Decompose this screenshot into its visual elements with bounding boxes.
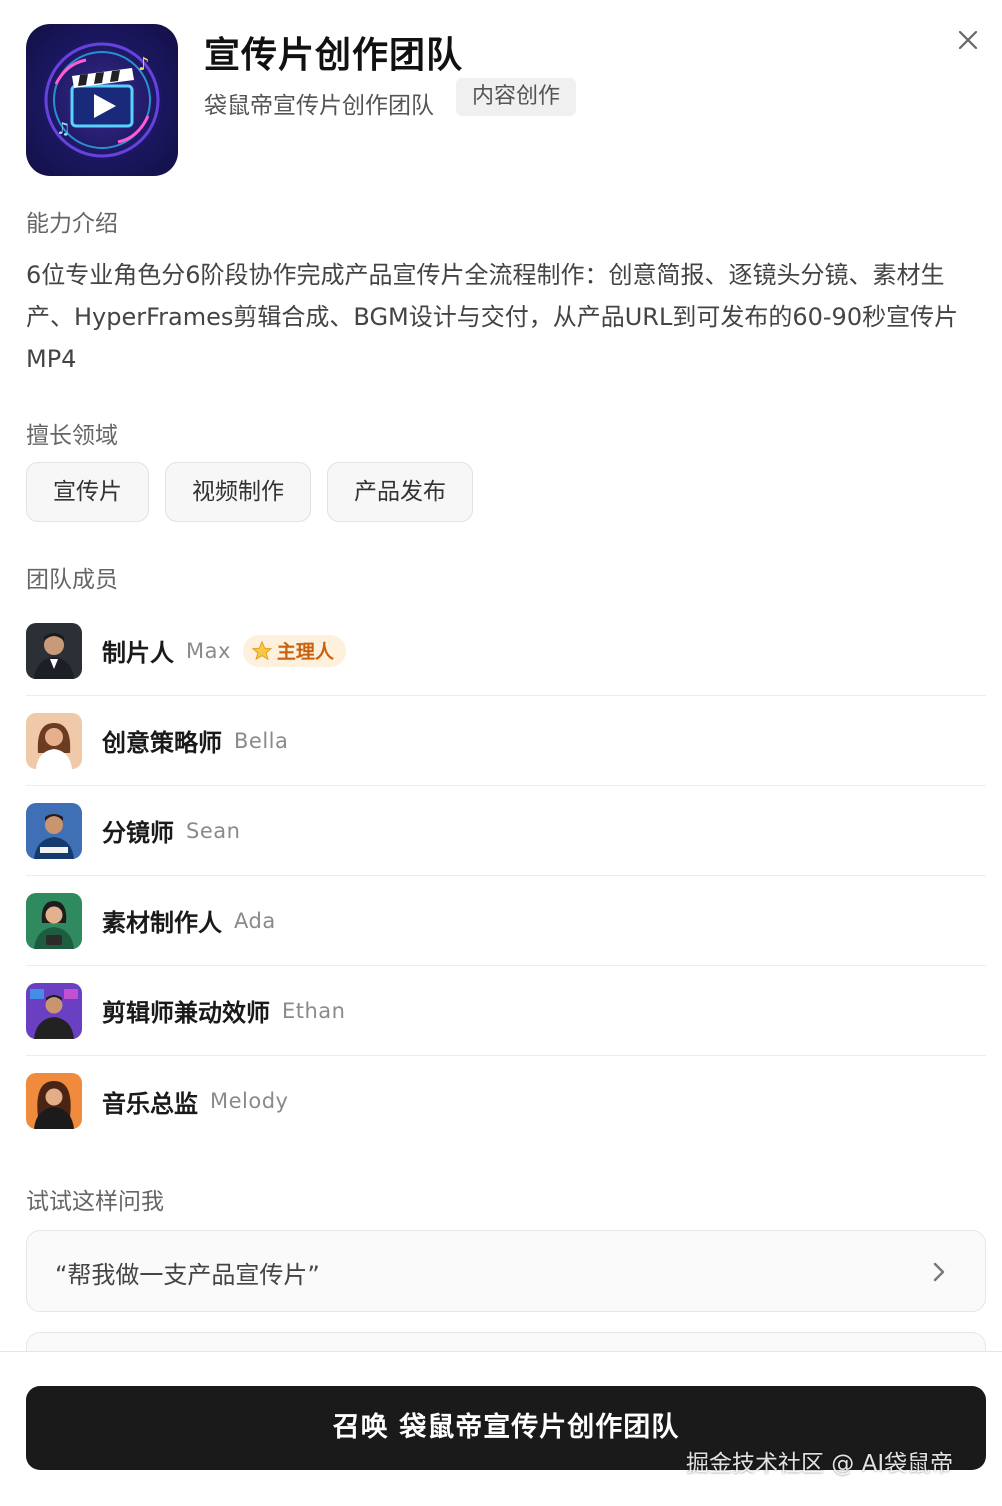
member-role: 音乐总监 bbox=[102, 1089, 198, 1118]
member-list: 制片人 Max 主理人 创意策略师 Bella 分镜师 Sean 素材制作人 A… bbox=[26, 606, 986, 1146]
chevron-right-icon bbox=[933, 1262, 945, 1282]
watermark: 掘金技术社区 @ AI袋鼠帝 bbox=[686, 1451, 954, 1477]
film-clapper-icon: ♪ ♫ bbox=[26, 24, 178, 176]
member-name: Melody bbox=[210, 1089, 289, 1113]
avatar bbox=[26, 712, 82, 769]
member-role: 素材制作人 bbox=[102, 909, 222, 937]
ability-heading: 能力介绍 bbox=[26, 211, 118, 237]
member-row-editor[interactable]: 剪辑师兼动效师 Ethan bbox=[26, 966, 986, 1056]
member-role: 制片人 bbox=[102, 639, 174, 667]
avatar bbox=[26, 1073, 82, 1129]
avatar bbox=[26, 982, 82, 1039]
team-subtitle: 袋鼠帝宣传片创作团队 bbox=[204, 93, 434, 119]
member-row-strategist[interactable]: 创意策略师 Bella bbox=[26, 696, 986, 786]
member-name: Bella bbox=[234, 728, 289, 753]
avatar bbox=[26, 802, 82, 859]
member-row-producer[interactable]: 制片人 Max 主理人 bbox=[26, 606, 986, 696]
member-name: Ada bbox=[234, 908, 276, 933]
ability-description: 6位专业角色分6阶段协作完成产品宣传片全流程制作：创意简报、逐镜头分镜、素材生产… bbox=[26, 261, 959, 373]
domain-tag[interactable]: 视频制作 bbox=[165, 462, 311, 522]
avatar bbox=[26, 892, 82, 949]
domain-tag[interactable]: 宣传片 bbox=[26, 462, 149, 522]
member-role: 剪辑师兼动效师 bbox=[102, 999, 270, 1027]
prompts-heading: 试试这样问我 bbox=[26, 1189, 164, 1215]
domain-tag[interactable]: 产品发布 bbox=[327, 462, 473, 522]
close-icon[interactable] bbox=[954, 26, 982, 54]
suggested-prompt-text: “帮我做一支产品宣传片” bbox=[55, 1261, 320, 1289]
category-badge: 内容创作 bbox=[456, 78, 577, 116]
page-title: 宣传片创作团队 bbox=[204, 35, 464, 76]
member-role: 分镜师 bbox=[102, 819, 174, 847]
suggested-prompt[interactable]: “帮我做一支产品宣传片” bbox=[26, 1230, 986, 1312]
member-name: Ethan bbox=[282, 998, 346, 1023]
team-heading: 团队成员 bbox=[26, 567, 118, 593]
leader-label: 主理人 bbox=[276, 641, 334, 663]
member-name: Sean bbox=[186, 818, 241, 843]
member-row-asset-maker[interactable]: 素材制作人 Ada bbox=[26, 876, 986, 966]
footer-bar: 召唤 袋鼠帝宣传片创作团队 掘金技术社区 @ AI袋鼠帝 bbox=[0, 1351, 1002, 1506]
avatar bbox=[26, 622, 82, 679]
domain-tags: 宣传片 视频制作 产品发布 bbox=[26, 462, 473, 522]
member-row-storyboard[interactable]: 分镜师 Sean bbox=[26, 786, 986, 876]
svg-text:♫: ♫ bbox=[56, 119, 70, 138]
member-row-music-director[interactable]: 音乐总监 Melody bbox=[26, 1056, 986, 1146]
svg-text:♪: ♪ bbox=[138, 54, 150, 75]
member-role: 创意策略师 bbox=[102, 729, 222, 757]
member-name: Max bbox=[186, 638, 231, 663]
domains-heading: 擅长领域 bbox=[26, 423, 118, 449]
star-icon bbox=[251, 640, 273, 660]
leader-badge: 主理人 bbox=[242, 634, 346, 667]
agent-header: ♪ ♫ 宣传片创作团队 袋鼠帝宣传片创作团队 内容创作 bbox=[26, 24, 978, 176]
